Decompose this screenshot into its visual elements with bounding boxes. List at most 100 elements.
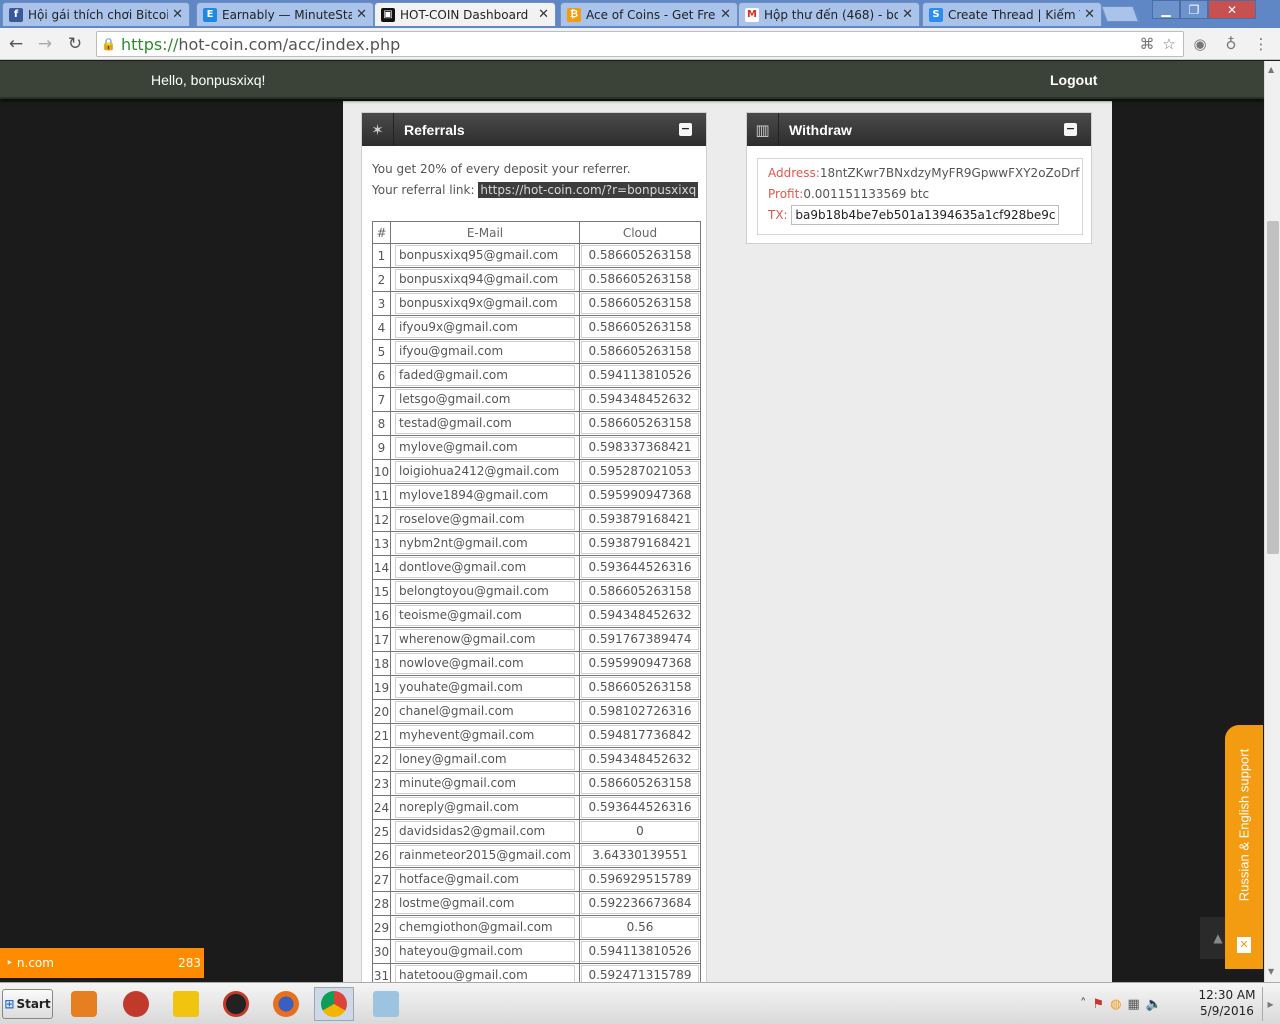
row-email: letsgo@gmail.com: [395, 389, 575, 410]
row-email-cell: bonpusxixq9x@gmail.com: [390, 291, 580, 316]
clock-time: 12:30 AM: [1198, 988, 1256, 1002]
row-email-cell: hotface@gmail.com: [390, 867, 580, 892]
row-email-cell: myhevent@gmail.com: [390, 723, 580, 748]
table-row: 26 rainmeteor2015@gmail.com 3.64330139551: [372, 843, 701, 868]
flag-icon[interactable]: ⚑: [1093, 997, 1105, 1012]
forward-icon[interactable]: →: [34, 33, 56, 55]
row-email-cell: nowlove@gmail.com: [390, 651, 580, 676]
new-tab-button[interactable]: [1101, 6, 1139, 22]
table-header-row: # E-Mail Cloud: [372, 221, 701, 244]
network-icon[interactable]: ▦: [1128, 997, 1140, 1012]
scrollbar-thumb[interactable]: [1267, 221, 1279, 554]
tab-close-icon[interactable]: ✕: [720, 7, 731, 22]
menu-icon[interactable]: ⋮: [1250, 33, 1272, 55]
tab-3[interactable]: ▣ HOT-COIN Dashboard ✕: [374, 2, 556, 26]
support-close-icon[interactable]: ✕: [1237, 937, 1251, 953]
volume-icon[interactable]: 🔈: [1146, 997, 1162, 1012]
row-email: davidsidas2@gmail.com: [395, 821, 575, 842]
tab-favicon-icon: ₿: [567, 7, 581, 22]
window-close-button[interactable]: ✕: [1208, 0, 1256, 19]
back-icon[interactable]: ←: [5, 33, 27, 55]
firefox-icon[interactable]: [266, 987, 306, 1021]
row-number-cell: 11: [372, 483, 391, 508]
tx-value[interactable]: ba9b18b4be7eb501a1394635a1cf928be9c: [791, 205, 1060, 225]
reload-icon[interactable]: ↻: [64, 33, 86, 55]
row-email-cell: youhate@gmail.com: [390, 675, 580, 700]
row-cloud: 0.586605263158: [580, 293, 699, 314]
row-number-cell: 24: [372, 795, 391, 820]
media-player-icon[interactable]: [64, 987, 104, 1021]
support-widget[interactable]: Russian & English support ✕: [1225, 725, 1263, 969]
row-cloud-cell: 0.598337368421: [578, 435, 701, 460]
extension-icon[interactable]: ◉: [1189, 33, 1211, 55]
row-email-cell: teoisme@gmail.com: [390, 603, 580, 628]
row-cloud-cell: 0.593879168421: [578, 531, 701, 556]
tab-close-icon[interactable]: ✕: [172, 7, 183, 22]
row-cloud: 0.586605263158: [580, 413, 699, 434]
stats-widget[interactable]: ‣ n.com 283: [0, 948, 204, 978]
minimize-button[interactable]: ▁: [1152, 0, 1180, 19]
row-email: roselove@gmail.com: [395, 509, 575, 530]
row-cloud: 0.586605263158: [580, 773, 699, 794]
system-tray: ˄ ⚑ ◍ ▦ 🔈: [1080, 987, 1162, 1021]
row-cloud-cell: 0.594348452632: [578, 603, 701, 628]
row-email-cell: letsgo@gmail.com: [390, 387, 580, 412]
row-cloud: 0.594817736842: [580, 725, 699, 746]
scroll-down-icon[interactable]: ▼: [1268, 967, 1274, 976]
row-email-cell: chanel@gmail.com: [390, 699, 580, 724]
tab-1[interactable]: f Hội gái thích chơi Bitcoi ✕: [2, 2, 190, 26]
table-row: 17 wherenow@gmail.com 0.591767389474: [372, 627, 701, 652]
table-row: 3 bonpusxixq9x@gmail.com 0.586605263158: [372, 291, 701, 316]
tab-5[interactable]: M Hộp thư đến (468) - bon ✕: [738, 2, 920, 26]
tab-close-icon[interactable]: ✕: [902, 7, 913, 22]
tray-expand-icon[interactable]: ˄: [1080, 997, 1087, 1012]
extension-bulb-icon[interactable]: ♁: [1220, 33, 1242, 55]
table-row: 6 faded@gmail.com 0.594113810526: [372, 363, 701, 388]
row-cloud-cell: 0.586605263158: [578, 315, 701, 340]
logout-link[interactable]: Logout: [1050, 72, 1097, 88]
row-number-cell: 29: [372, 915, 391, 940]
show-desktop-button[interactable]: ▸: [1262, 987, 1278, 1021]
security-app-icon[interactable]: [216, 987, 256, 1021]
table-row: 24 noreply@gmail.com 0.593644526316: [372, 795, 701, 820]
row-cloud: 0.593879168421: [580, 533, 699, 554]
avast-icon[interactable]: ◍: [1110, 997, 1121, 1012]
collapse-button[interactable]: −: [679, 123, 692, 136]
row-number-cell: 4: [372, 315, 391, 340]
notepad-icon[interactable]: [366, 987, 406, 1021]
tab-title: HOT-COIN Dashboard: [400, 7, 529, 22]
row-number-cell: 10: [372, 459, 391, 484]
tab-close-icon[interactable]: ✕: [1084, 7, 1095, 22]
start-button[interactable]: ⊞ Start: [2, 989, 53, 1019]
row-number-cell: 25: [372, 819, 391, 844]
address-label: Address:: [768, 166, 820, 180]
tab-title: Earnably — MinuteStaff: [222, 7, 353, 22]
row-cloud-cell: 0.595990947368: [578, 651, 701, 676]
tab-6[interactable]: S Create Thread | Kiếm Tiề ✕: [922, 2, 1102, 26]
tab-close-icon[interactable]: ✕: [356, 7, 367, 22]
chrome-icon[interactable]: [314, 987, 354, 1021]
tab-close-icon[interactable]: ✕: [538, 7, 549, 22]
collapse-button[interactable]: −: [1064, 123, 1077, 136]
tab-2[interactable]: E Earnably — MinuteStaff ✕: [196, 2, 374, 26]
row-cloud-cell: 0.594817736842: [578, 723, 701, 748]
file-explorer-icon[interactable]: [166, 987, 206, 1021]
system-clock[interactable]: 12:30 AM 5/9/2016: [1196, 987, 1258, 1019]
row-cloud: 0.598337368421: [580, 437, 699, 458]
referral-link[interactable]: https://hot-coin.com/?r=bonpusxixq: [478, 182, 699, 198]
address-bar[interactable]: 🔒 https://hot-coin.com/acc/index.php: [96, 31, 1184, 57]
row-email-cell: ifyou9x@gmail.com: [390, 315, 580, 340]
row-cloud-cell: 0.593644526316: [578, 555, 701, 580]
referral-link-line: Your referral link: https://hot-coin.com…: [372, 182, 699, 198]
row-email: chemgiothon@gmail.com: [395, 917, 575, 938]
tab-4[interactable]: ₿ Ace of Coins - Get Free ✕: [560, 2, 738, 26]
translate-icon[interactable]: ⌘: [1136, 33, 1158, 55]
row-cloud-cell: 0.586605263158: [578, 579, 701, 604]
scroll-up-icon[interactable]: ▲: [1268, 65, 1274, 74]
row-email: belongtoyou@gmail.com: [395, 581, 575, 602]
maximize-button[interactable]: ❐: [1180, 0, 1208, 19]
app-icon[interactable]: [116, 987, 156, 1021]
bookmark-star-icon[interactable]: ☆: [1158, 33, 1180, 55]
page-scrollbar[interactable]: ▲ ▼: [1264, 61, 1280, 982]
row-cloud: 0.586605263158: [580, 677, 699, 698]
